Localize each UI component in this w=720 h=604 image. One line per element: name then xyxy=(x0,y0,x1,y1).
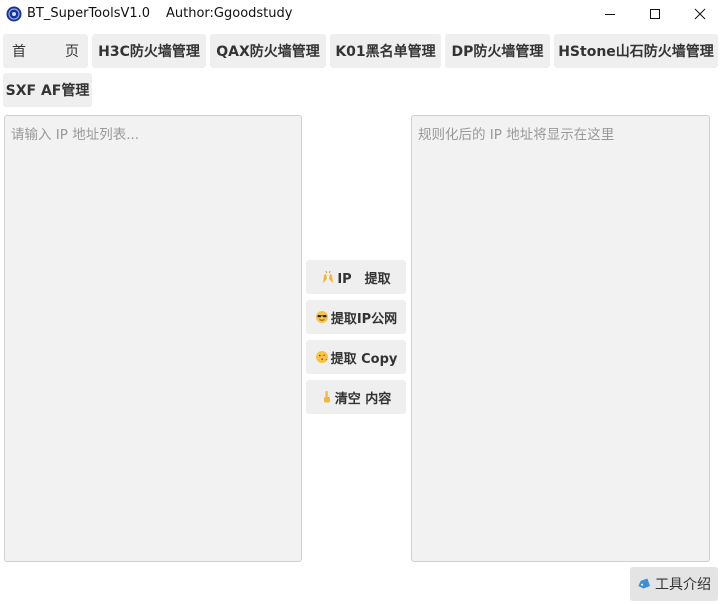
raised-hands-emoji-icon xyxy=(323,270,334,283)
tab-sxf-af[interactable]: SXF AF管理 xyxy=(3,73,92,107)
title-bar: BT_SuperToolsV1.0 Author:Ggoodstudy xyxy=(0,0,720,30)
minimize-icon xyxy=(605,14,615,15)
app-logo-icon xyxy=(6,6,22,22)
clear-content-button[interactable]: 清空 内容 xyxy=(306,380,406,414)
close-button[interactable] xyxy=(677,0,720,28)
ip-output-placeholder: 规则化后的 IP 地址将显示在这里 xyxy=(418,127,615,143)
window-title: BT_SuperToolsV1.0 xyxy=(27,6,151,21)
tab-home-label-left: 首 xyxy=(12,44,26,60)
extract-ip-button[interactable]: IP 提取 xyxy=(306,260,406,294)
tab-k01-blacklist[interactable]: K01黑名单管理 xyxy=(330,34,441,68)
tab-qax-firewall[interactable]: QAX防火墙管理 xyxy=(210,34,326,68)
ip-output-textarea[interactable]: 规则化后的 IP 地址将显示在这里 xyxy=(411,115,710,562)
minimize-button[interactable] xyxy=(587,0,633,28)
close-icon xyxy=(694,8,706,20)
extract-ip-label: IP 提取 xyxy=(337,271,391,287)
ip-input-placeholder: 请输入 IP 地址列表... xyxy=(11,127,140,143)
ip-input-textarea[interactable]: 请输入 IP 地址列表... xyxy=(4,115,302,562)
tag-icon xyxy=(638,578,651,589)
extract-copy-button[interactable]: 提取 Copy xyxy=(306,340,406,374)
clear-content-label: 清空 内容 xyxy=(334,391,392,407)
author-label: Author:Ggoodstudy xyxy=(166,6,293,21)
tab-h3c-firewall[interactable]: H3C防火墙管理 xyxy=(92,34,206,68)
extract-copy-label: 提取 Copy xyxy=(330,351,398,367)
extract-public-ip-label: 提取IP公网 xyxy=(330,311,398,327)
sunglasses-emoji-icon xyxy=(315,311,328,323)
tab-home-label-right: 页 xyxy=(65,44,79,60)
tool-intro-button[interactable]: 工具介绍 xyxy=(630,567,718,601)
extract-public-ip-button[interactable]: 提取IP公网 xyxy=(306,300,406,334)
tab-home[interactable]: 首 页 xyxy=(3,34,88,68)
pointing-hand-emoji-icon xyxy=(323,391,330,403)
tab-dp-firewall[interactable]: DP防火墙管理 xyxy=(445,34,550,68)
kiss-emoji-icon xyxy=(315,351,328,363)
maximize-icon xyxy=(650,9,660,19)
tab-hstone-firewall[interactable]: HStone山石防火墙管理 xyxy=(554,34,718,68)
maximize-button[interactable] xyxy=(632,0,678,28)
tool-intro-label: 工具介绍 xyxy=(655,577,711,593)
